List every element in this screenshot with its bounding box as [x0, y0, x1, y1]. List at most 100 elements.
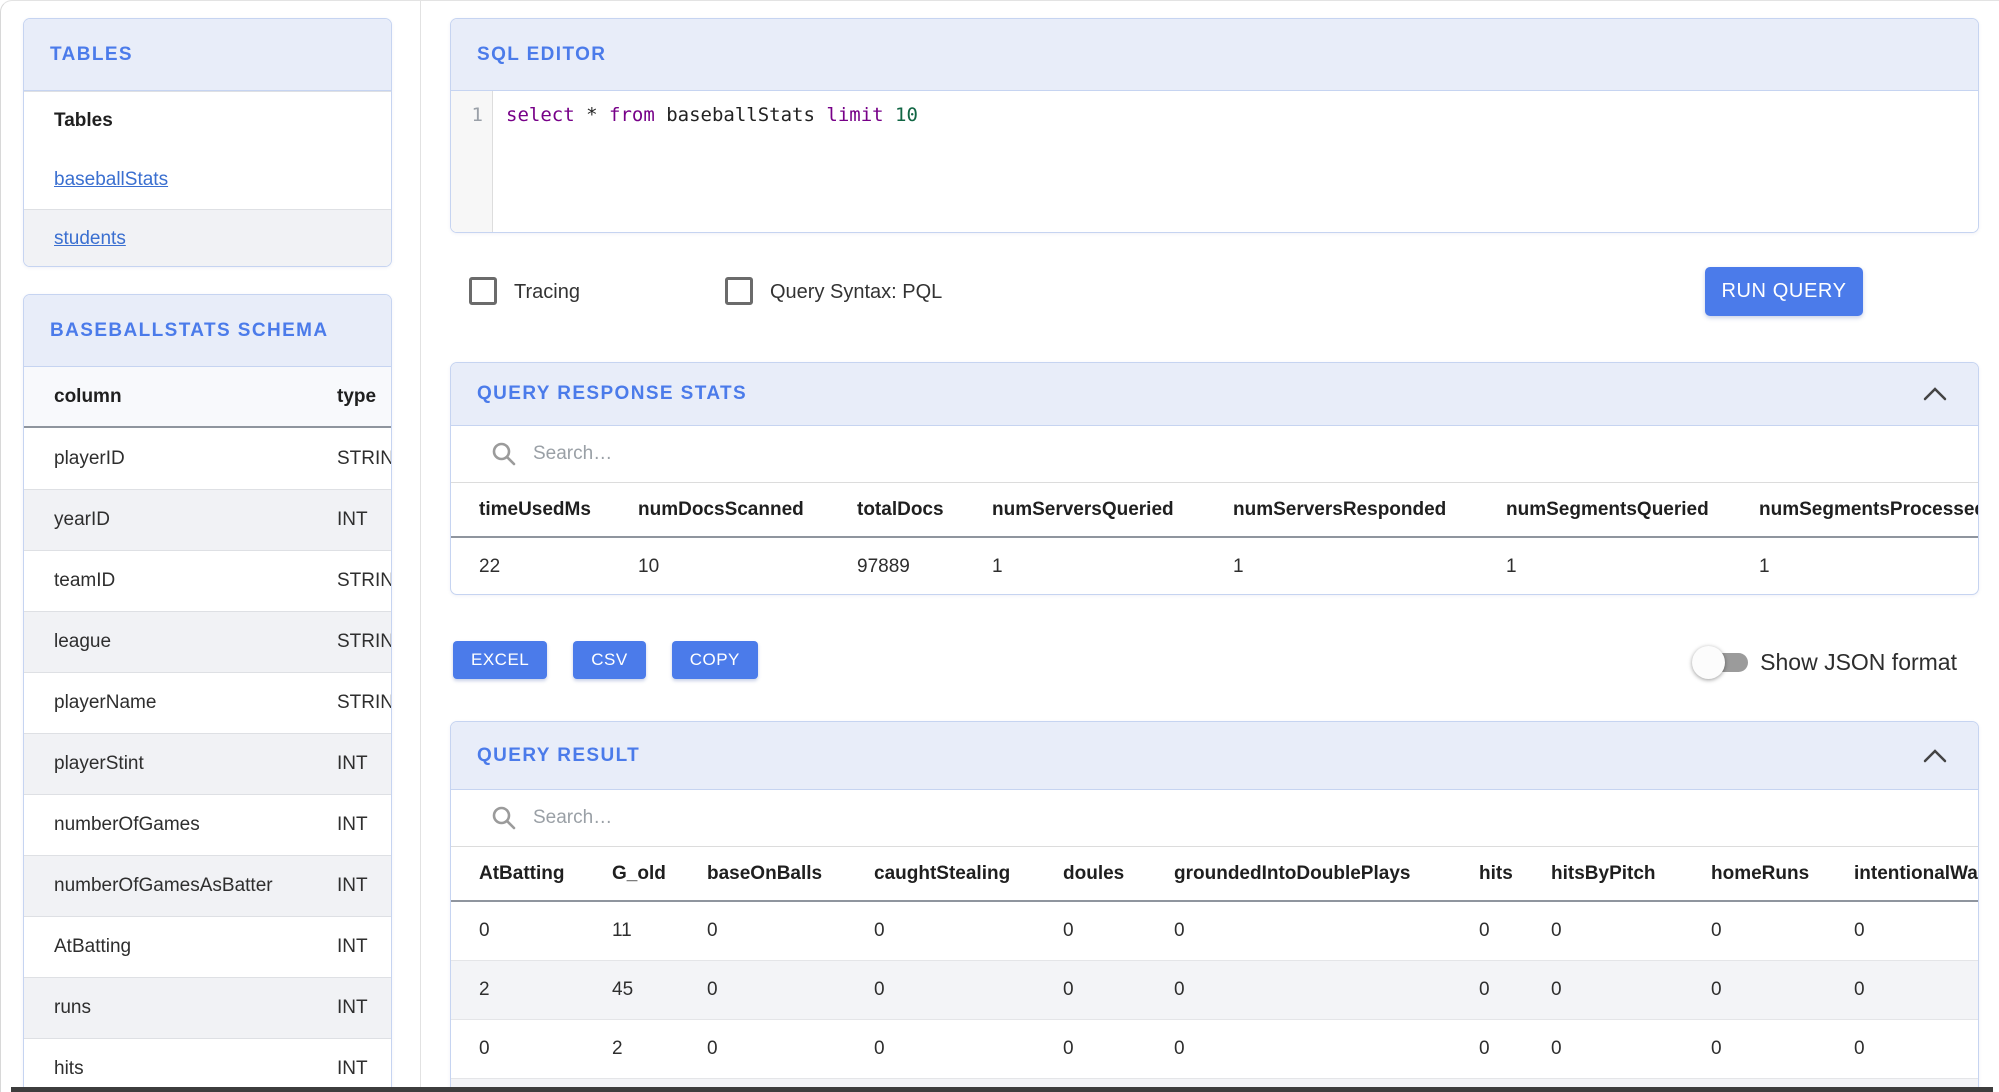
table-cell: 0	[1063, 919, 1074, 941]
column-header[interactable]: AtBatting	[451, 847, 612, 901]
sql-token: limit	[826, 104, 884, 126]
csv-export-button[interactable]: CSV	[573, 641, 646, 679]
result-panel-title: QUERY RESULT	[477, 744, 641, 766]
result-table-header-row: AtBatting G_old baseOnBalls caughtStealing d…	[451, 847, 1978, 901]
table-cell: 11	[612, 919, 632, 941]
table-list-item: students	[24, 209, 391, 266]
column-header[interactable]: doules	[1063, 847, 1174, 901]
table-cell: 45	[612, 978, 634, 1000]
stats-table-body: 22 10 97889 1 1 1 1	[451, 537, 1978, 594]
schema-column-name: numberOfGames	[54, 814, 200, 835]
table-cell: 0	[1711, 978, 1722, 1000]
table-cell: 10	[638, 555, 660, 577]
query-result-panel: QUERY RESULT AtBattingG_oldbaseOnBallsca…	[450, 721, 1979, 1092]
column-header[interactable]: totalDocs	[857, 483, 992, 537]
schema-row: hits INT	[24, 1038, 391, 1092]
result-search-input[interactable]	[533, 807, 1133, 829]
table-cell: 0	[1174, 919, 1185, 941]
sql-query-text[interactable]: select * from baseballStats limit 10	[493, 91, 918, 232]
run-query-button[interactable]: RUN QUERY	[1705, 267, 1863, 316]
table-cell: 2	[479, 978, 490, 1000]
excel-export-button[interactable]: EXCEL	[453, 641, 548, 679]
result-panel-header: QUERY RESULT	[451, 722, 1978, 790]
stats-panel-header: QUERY RESPONSE STATS	[451, 363, 1978, 426]
table-link[interactable]: students	[54, 228, 126, 250]
table-cell: 0	[1174, 1037, 1185, 1059]
table-cell: 0	[479, 1037, 490, 1059]
table-cell: 0	[1479, 978, 1490, 1000]
table-cell: 1	[992, 555, 1003, 577]
tables-panel-title: TABLES	[50, 43, 133, 65]
table-cell: 0	[1711, 919, 1722, 941]
table-cell: 0	[1551, 919, 1562, 941]
column-header[interactable]: numSegmentsProcessed	[1759, 483, 1978, 537]
schema-column-type: INT	[337, 1058, 368, 1079]
column-header[interactable]: timeUsedMs	[451, 483, 638, 537]
column-header[interactable]: numSegmentsQueried	[1506, 483, 1759, 537]
table-cell: 0	[1854, 978, 1865, 1000]
schema-column-type: STRING	[337, 631, 391, 652]
table-cell: 0	[1551, 1037, 1562, 1059]
table-cell: 0	[707, 978, 718, 1000]
schema-column-type: STRING	[337, 570, 391, 591]
tables-list-header-row: Tables	[24, 91, 391, 150]
table-cell: 0	[1854, 919, 1865, 941]
sql-token: select	[506, 104, 575, 126]
column-header[interactable]: intentionalWalks	[1854, 847, 1978, 901]
schema-panel-header: BASEBALLSTATS SCHEMA	[24, 295, 391, 367]
column-header[interactable]: caughtStealing	[874, 847, 1063, 901]
export-bar: EXCEL CSV COPY Show JSON format	[453, 641, 1979, 689]
json-toggle-label: Show JSON format	[1760, 648, 1957, 675]
schema-row: runs INT	[24, 977, 391, 1038]
schema-row: playerID STRING	[24, 428, 391, 489]
tracing-checkbox[interactable]	[469, 277, 497, 305]
table-cell: 2	[612, 1037, 623, 1059]
json-format-toggle[interactable]	[1692, 643, 1749, 681]
column-header[interactable]: G_old	[612, 847, 707, 901]
table-cell: 0	[479, 919, 490, 941]
sql-editor-panel: SQL EDITOR 1 select * from baseballStats…	[450, 18, 1979, 233]
table-cell: 0	[1063, 978, 1074, 1000]
schema-column-type: INT	[337, 814, 368, 835]
stats-search-input[interactable]	[533, 443, 1133, 465]
column-header[interactable]: numDocsScanned	[638, 483, 857, 537]
schema-column-name: playerName	[54, 692, 157, 713]
tracing-label: Tracing	[514, 281, 580, 303]
schema-panel-title: BASEBALLSTATS SCHEMA	[50, 319, 329, 341]
collapse-chevron-icon[interactable]	[1918, 380, 1952, 408]
sql-editor[interactable]: 1 select * from baseballStats limit 10	[451, 91, 1978, 232]
schema-row: teamID STRING	[24, 550, 391, 611]
schema-header-row: column type	[24, 367, 391, 428]
query-console-page: TABLES Tables baseballStats students BASE…	[0, 0, 1999, 1092]
table-link[interactable]: baseballStats	[54, 169, 168, 191]
table-cell: 1	[1759, 555, 1770, 577]
copy-export-button[interactable]: COPY	[671, 641, 758, 679]
stats-search-row	[451, 426, 1978, 483]
schema-column-name: playerStint	[54, 753, 144, 774]
table-cell: 1	[1233, 555, 1244, 577]
table-cell: 0	[1063, 1037, 1074, 1059]
result-table: AtBatting G_old baseOnBalls caughtStealing d…	[451, 847, 1978, 1079]
collapse-chevron-icon[interactable]	[1918, 742, 1952, 770]
column-header[interactable]: numServersQueried	[992, 483, 1233, 537]
column-header[interactable]: baseOnBalls	[707, 847, 874, 901]
schema-rows: playerIDSTRINGyearIDINTteamIDSTRINGleagu…	[24, 428, 391, 1092]
schema-column-name: numberOfGamesAsBatter	[54, 875, 273, 896]
column-header[interactable]: homeRuns	[1711, 847, 1854, 901]
line-number-gutter: 1	[451, 91, 493, 232]
column-header[interactable]: hits	[1479, 847, 1551, 901]
column-header[interactable]: hitsByPitch	[1551, 847, 1711, 901]
column-header[interactable]: groundedIntoDoublePlays	[1174, 847, 1479, 901]
table-row: 22 10 97889 1 1 1 1	[451, 537, 1978, 594]
toggle-thumb	[1692, 646, 1726, 679]
column-header[interactable]: numServersResponded	[1233, 483, 1506, 537]
json-toggle-wrap: Show JSON format	[1692, 643, 1957, 681]
schema-column-name: teamID	[54, 570, 116, 591]
table-cell: 0	[874, 919, 885, 941]
schema-column-type: STRING	[337, 447, 391, 469]
schema-column-type: INT	[337, 875, 368, 896]
pql-syntax-checkbox[interactable]	[725, 277, 753, 305]
